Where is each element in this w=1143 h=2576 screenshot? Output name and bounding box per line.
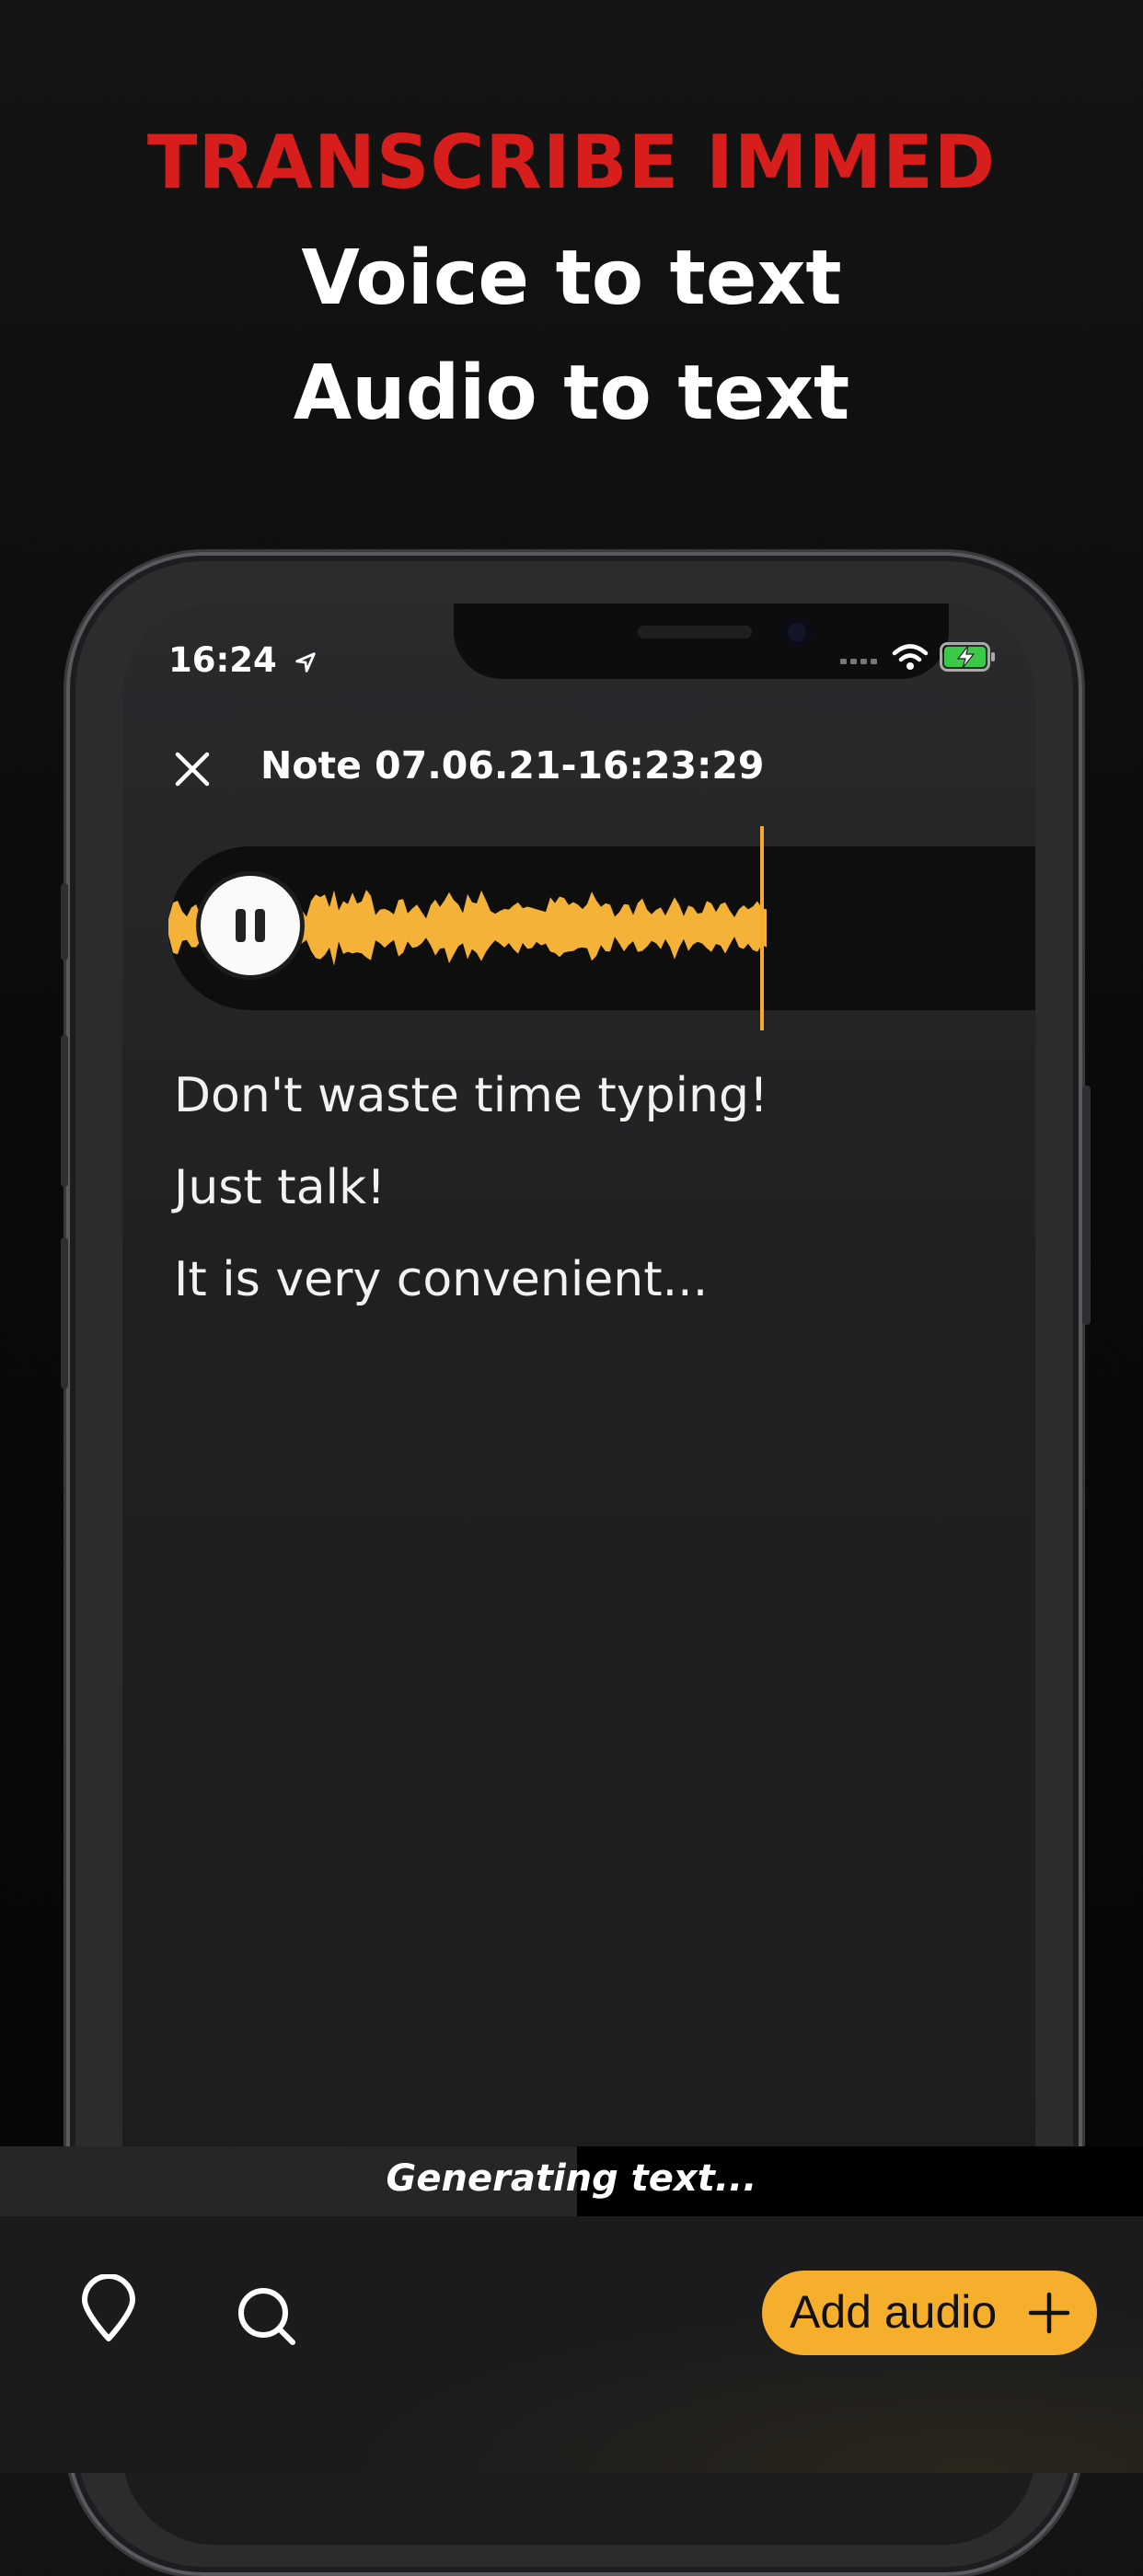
phone-side-button (1082, 1086, 1091, 1325)
signal-icon (840, 659, 877, 664)
subheadline-audio: Audio to text (293, 350, 850, 437)
pause-button[interactable] (201, 876, 300, 975)
location-pin-icon[interactable] (72, 2274, 145, 2348)
playhead[interactable] (760, 826, 764, 1030)
phone-side-button (61, 1035, 68, 1187)
status-time: 16:24 (168, 640, 318, 680)
plus-icon (1028, 2292, 1070, 2334)
transcript-line: Don't waste time typing! (174, 1068, 768, 1123)
generating-progress-bar: Generating text... (0, 2146, 1143, 2216)
transcript-line: Just talk! (174, 1160, 386, 1215)
headline: TRANSCRIBE IMMED (146, 120, 997, 205)
close-icon[interactable] (165, 742, 220, 797)
speaker-grille (638, 626, 752, 638)
add-audio-label: Add audio (790, 2286, 998, 2338)
front-camera (781, 616, 813, 648)
search-icon[interactable] (230, 2280, 304, 2353)
location-arrow-icon (294, 651, 316, 673)
pause-icon (236, 909, 265, 942)
status-icons (840, 642, 997, 672)
note-title: Note 07.06.21-16:23:29 (260, 743, 765, 788)
phone-side-button (61, 883, 68, 960)
transcript-line: It is very convenient... (174, 1252, 709, 1307)
battery-charging-icon (940, 642, 995, 672)
subheadline-voice: Voice to text (301, 235, 842, 322)
generating-label: Generating text... (386, 2157, 757, 2200)
add-audio-button[interactable]: Add audio (762, 2271, 1097, 2355)
status-time-text: 16:24 (168, 640, 277, 680)
phone-side-button (61, 1237, 68, 1389)
wifi-icon (892, 644, 929, 670)
